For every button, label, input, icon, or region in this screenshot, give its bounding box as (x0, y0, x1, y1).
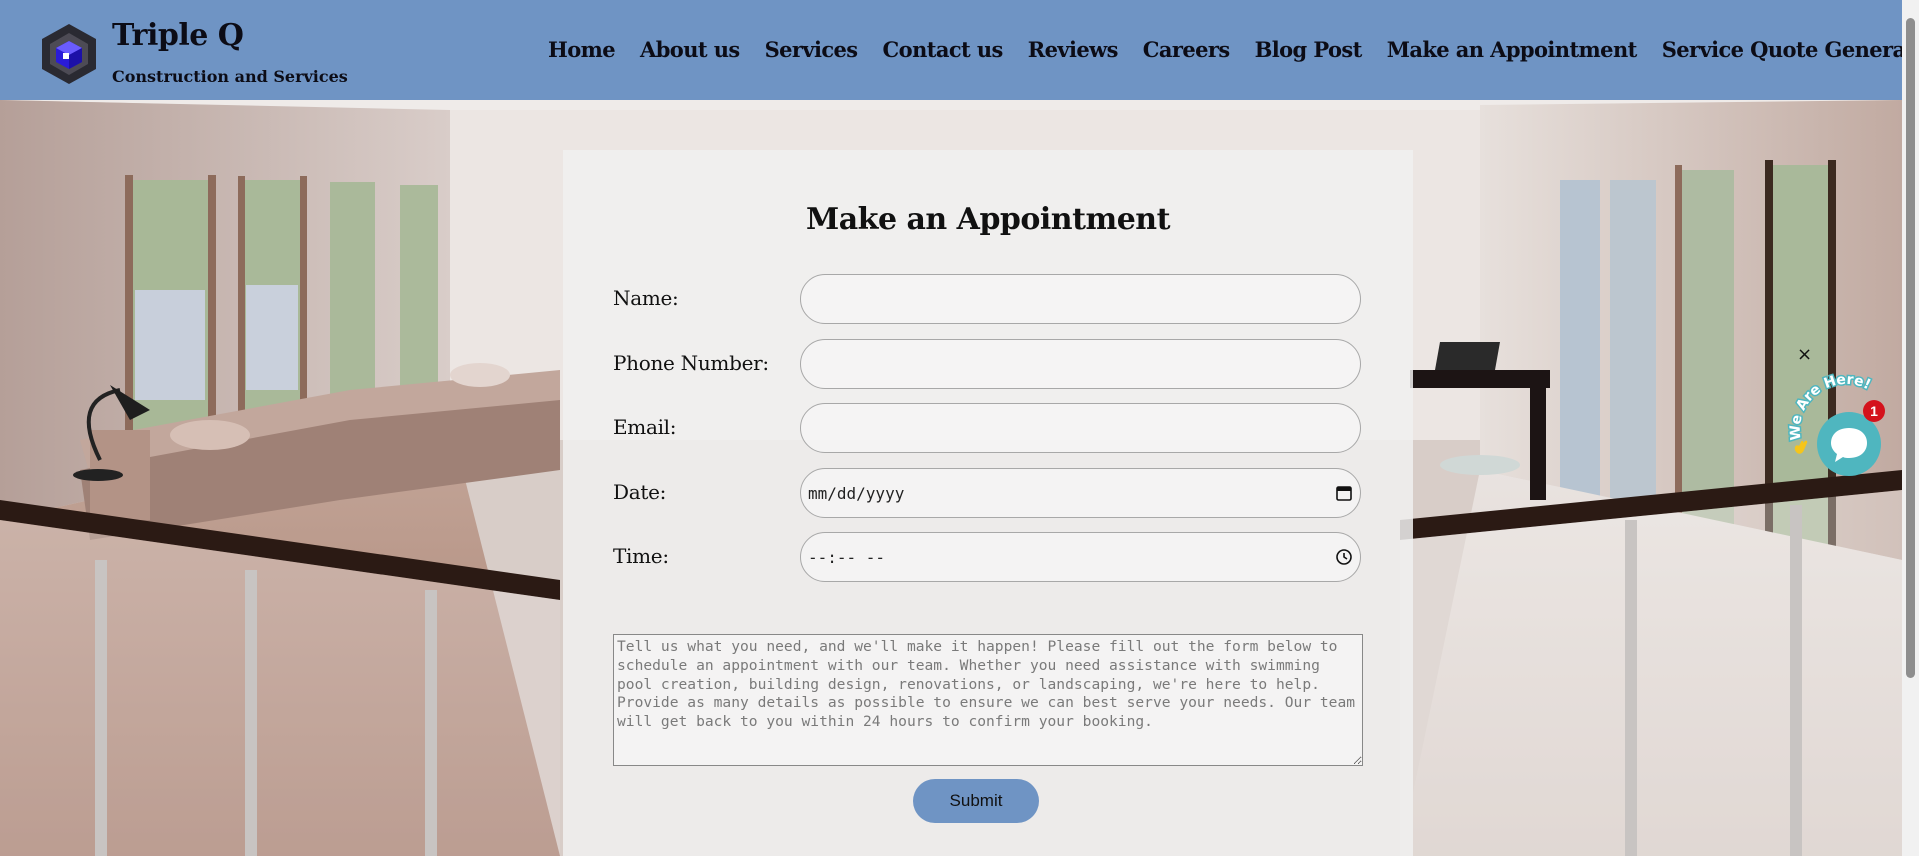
name-input[interactable] (800, 274, 1361, 324)
email-input[interactable] (800, 403, 1361, 453)
message-textarea[interactable] (613, 634, 1363, 766)
appointment-form: Make an Appointment Name: Phone Number: … (563, 150, 1413, 856)
cube-logo-icon[interactable] (38, 23, 100, 85)
phone-label: Phone Number: (613, 351, 769, 375)
page-scrollbar[interactable] (1902, 0, 1919, 856)
form-title: Make an Appointment (806, 202, 1170, 237)
nav-item-services[interactable]: Services (765, 37, 859, 62)
brand-tagline: Construction and Services (112, 67, 348, 86)
brand-name[interactable]: Triple Q (112, 18, 244, 53)
date-input[interactable] (800, 468, 1361, 518)
chat-widget[interactable]: We Are Here! 1 (1786, 370, 1897, 478)
time-label: Time: (613, 544, 669, 568)
submit-button[interactable]: Submit (913, 779, 1039, 823)
chat-badge: 1 (1863, 400, 1885, 422)
main-nav: Home About us Services Contact us Review… (548, 37, 1919, 62)
nav-item-blog-post[interactable]: Blog Post (1255, 37, 1363, 62)
calendar-icon[interactable] (1335, 484, 1353, 502)
nav-item-careers[interactable]: Careers (1143, 37, 1230, 62)
phone-input[interactable] (800, 339, 1361, 389)
time-row: Time: --:-- -- (613, 532, 1363, 584)
nav-item-home[interactable]: Home (548, 37, 616, 62)
waving-hand-icon (1794, 440, 1808, 454)
nav-item-about-us[interactable]: About us (640, 37, 740, 62)
time-input[interactable] (800, 532, 1361, 582)
date-row: Date: mm/dd/yyyy (613, 468, 1363, 520)
nav-item-reviews[interactable]: Reviews (1028, 37, 1119, 62)
clock-icon[interactable] (1335, 548, 1353, 566)
chat-close-icon[interactable]: × (1797, 344, 1812, 365)
nav-item-contact-us[interactable]: Contact us (883, 37, 1004, 62)
name-row: Name: (613, 274, 1363, 326)
scrollbar-thumb[interactable] (1906, 18, 1915, 678)
site-header: Triple Q Construction and Services Home … (0, 0, 1919, 100)
nav-item-make-appointment[interactable]: Make an Appointment (1387, 37, 1638, 62)
phone-row: Phone Number: (613, 339, 1363, 391)
email-label: Email: (613, 415, 677, 439)
name-label: Name: (613, 286, 679, 310)
email-row: Email: (613, 403, 1363, 455)
nav-item-service-quote-generator[interactable]: Service Quote Generator (1662, 37, 1919, 62)
date-label: Date: (613, 480, 667, 504)
